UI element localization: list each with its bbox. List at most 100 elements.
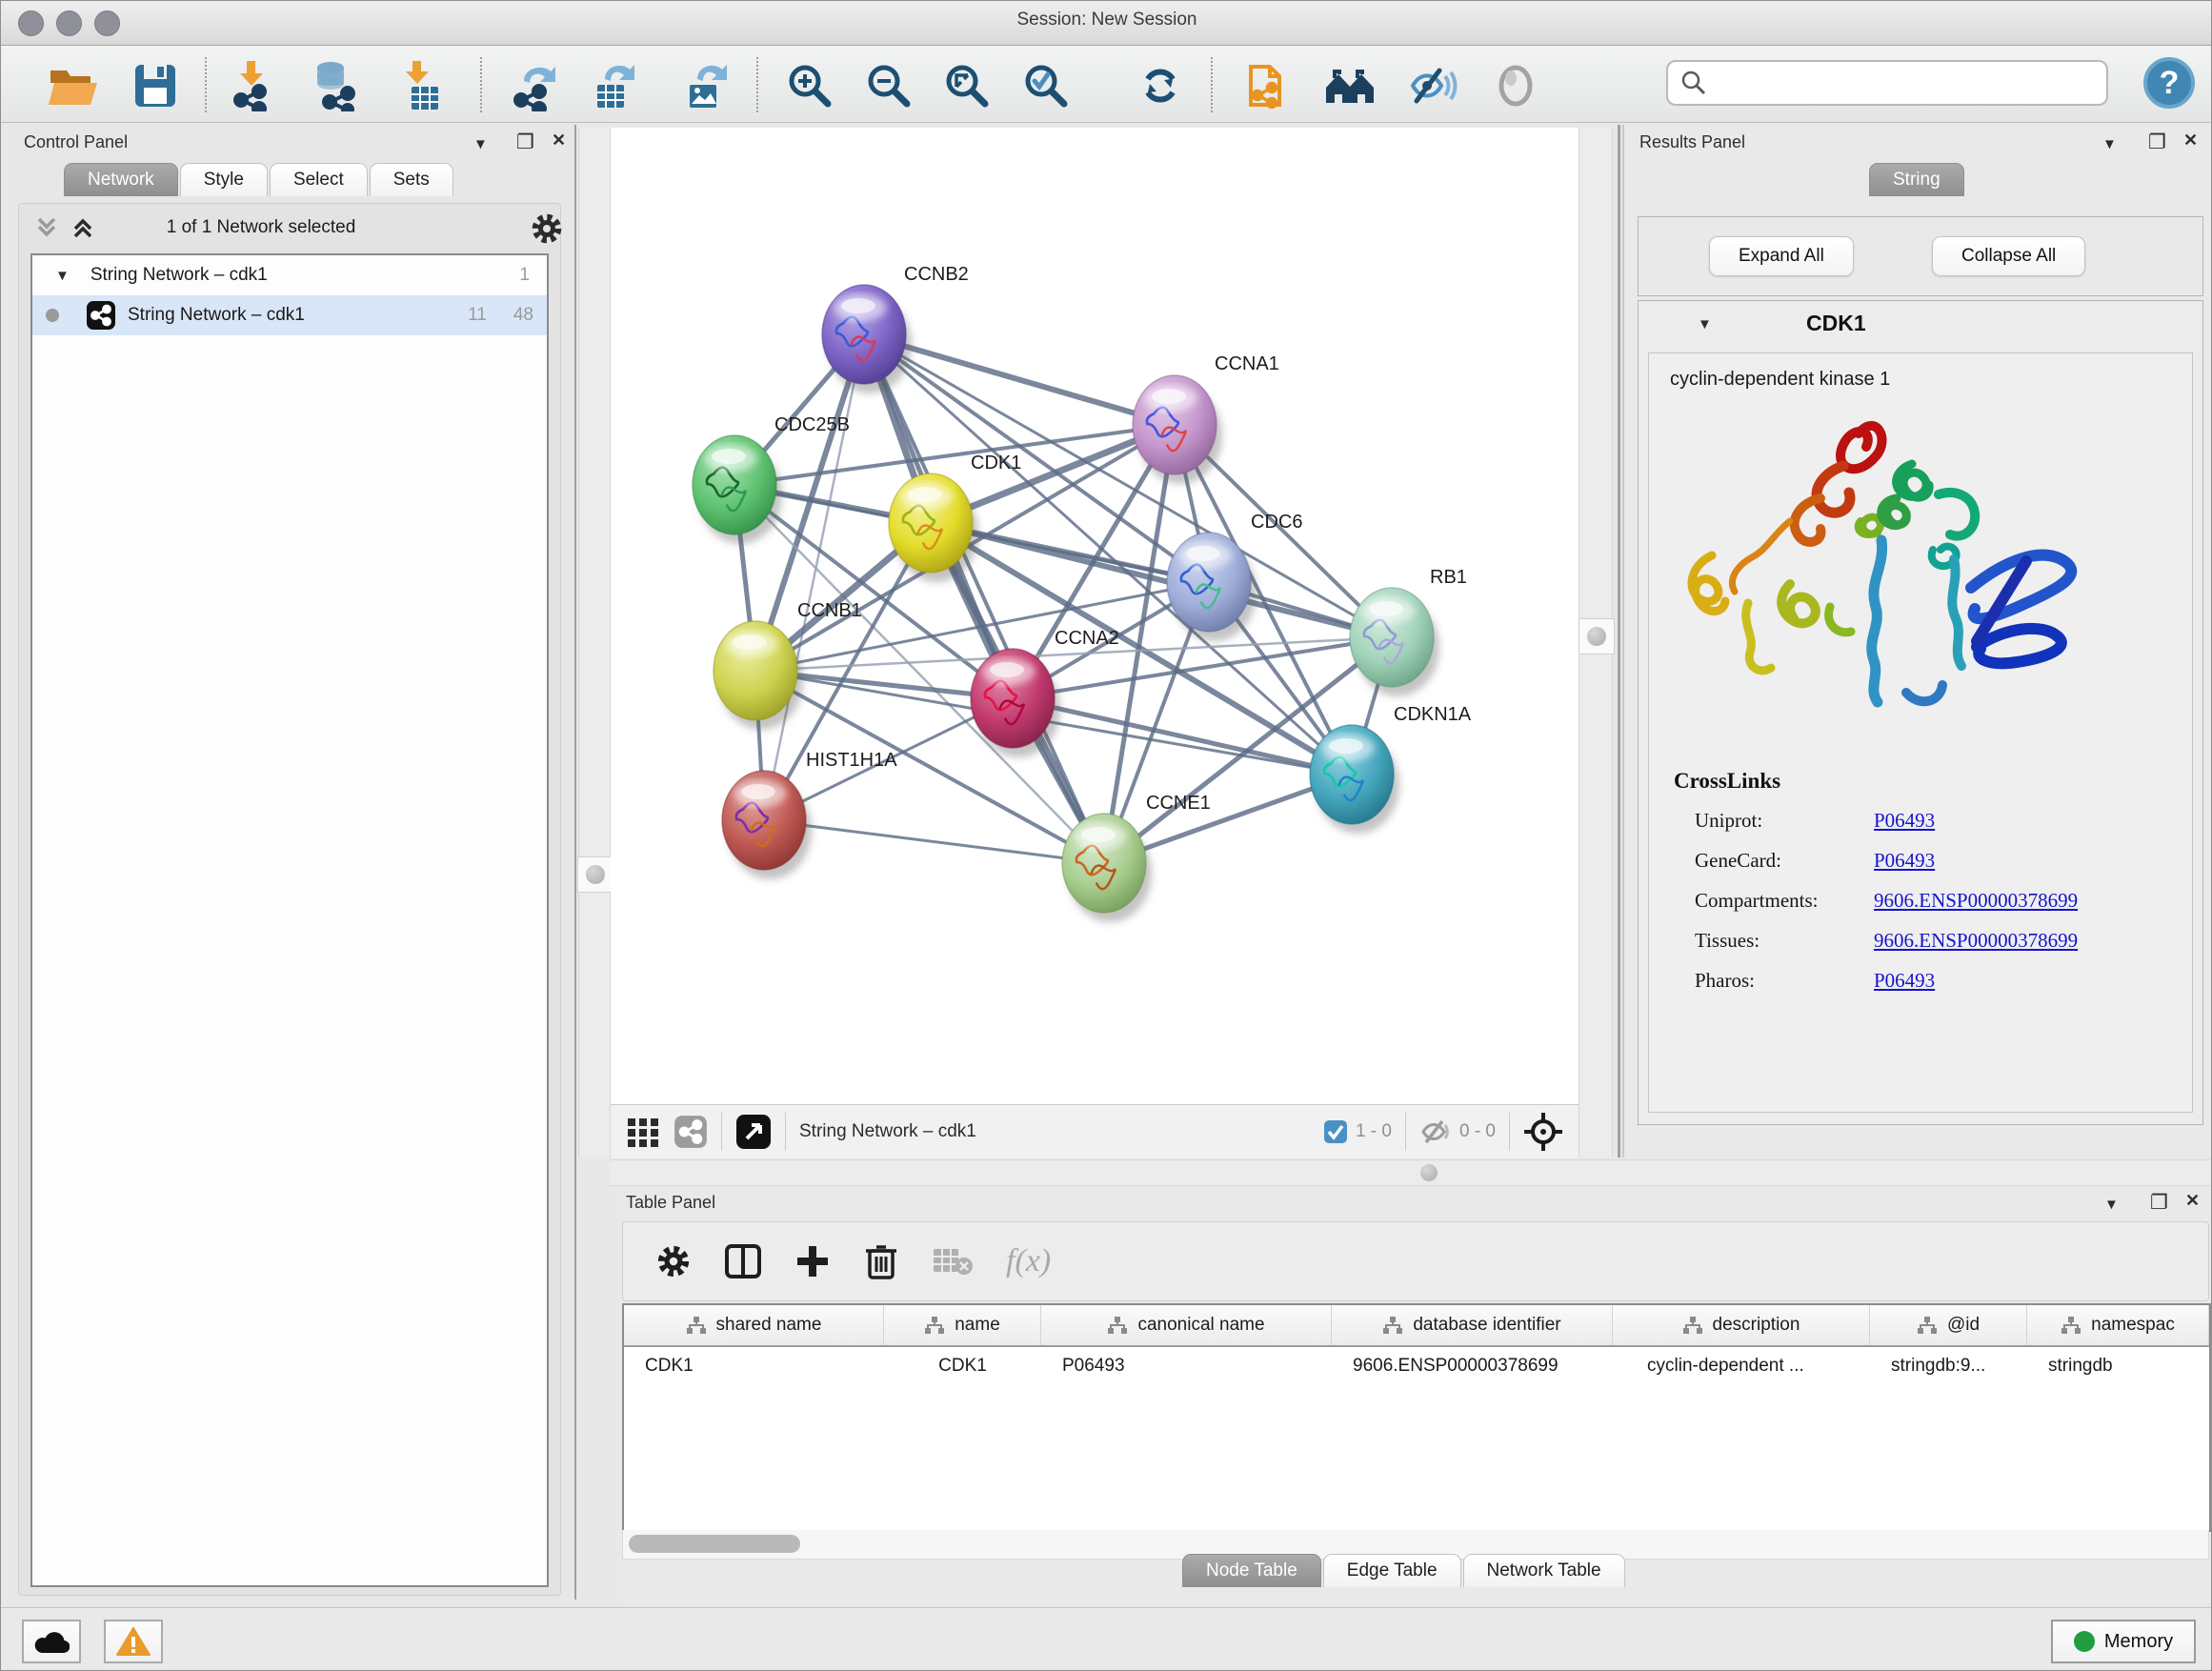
crosslink-link[interactable]: 9606.ENSP00000378699 [1874, 929, 2078, 953]
show-column-icon[interactable] [724, 1242, 762, 1280]
right-splitter-handle[interactable] [1579, 618, 1615, 654]
network-node-CDK1[interactable] [889, 473, 978, 582]
zoom-in-button[interactable] [783, 59, 836, 112]
import-network-file-button[interactable] [225, 59, 278, 112]
collection-label: String Network – cdk1 [90, 265, 268, 286]
network-canvas[interactable]: CCNB2CCNA1CDC25BCDK1CDC6RB1CCNB1CCNA2CDK… [611, 128, 1579, 1104]
hide-details-button[interactable] [1406, 59, 1459, 112]
right-splitter[interactable] [1579, 128, 1613, 1158]
scrollbar-thumb[interactable] [629, 1535, 800, 1553]
main-toolbar: ? [1, 46, 2212, 123]
open-session-button[interactable] [47, 59, 100, 112]
add-column-icon[interactable] [794, 1243, 831, 1279]
table-cell: stringdb [2027, 1356, 2209, 1377]
tab-network-table[interactable]: Network Table [1463, 1554, 1625, 1587]
results-panel-close-button[interactable]: ✕ [2183, 131, 2198, 151]
column-header-namespac[interactable]: namespac [2027, 1305, 2209, 1345]
delete-column-icon[interactable] [863, 1241, 899, 1281]
fit-selected-crosshair-icon[interactable] [1523, 1112, 1563, 1152]
network-node-CDC6[interactable] [1167, 533, 1257, 641]
table-panel-close-button[interactable]: ✕ [2185, 1191, 2200, 1211]
table-settings-gear-icon[interactable] [655, 1243, 692, 1279]
node-label-RB1: RB1 [1430, 567, 1467, 588]
column-header-canonical-name[interactable]: canonical name [1041, 1305, 1332, 1345]
bottom-splitter[interactable] [611, 1159, 2212, 1186]
results-panel-float-button[interactable]: ❐ [2148, 131, 2166, 154]
selected-count: 1 - 0 [1356, 1121, 1392, 1142]
search-input[interactable] [1708, 71, 2093, 94]
left-splitter[interactable] [578, 128, 611, 1158]
column-header-description[interactable]: description [1613, 1305, 1870, 1345]
crosslink-link[interactable]: P06493 [1874, 809, 1935, 833]
export-image-button[interactable] [679, 59, 733, 112]
tab-node-table[interactable]: Node Table [1182, 1554, 1321, 1587]
home-button[interactable] [1324, 59, 1377, 112]
selected-checkbox-icon[interactable] [1323, 1119, 1348, 1144]
left-splitter-handle[interactable] [577, 856, 613, 893]
column-header-database-identifier[interactable]: database identifier [1332, 1305, 1613, 1345]
tab-string[interactable]: String [1869, 163, 1964, 196]
network-row[interactable]: String Network – cdk1 11 48 [32, 295, 547, 335]
status-bar: Memory [1, 1607, 2212, 1671]
network-node-CDC25B[interactable] [693, 435, 782, 544]
network-node-CCNB2[interactable] [822, 285, 912, 393]
crosslink-label: Tissues: [1695, 929, 1874, 953]
table-panel-float-menu[interactable]: ▼ [2104, 1197, 2119, 1213]
network-node-CCNB1[interactable] [714, 621, 803, 730]
grid-view-icon[interactable] [626, 1115, 660, 1149]
crosslink-link[interactable]: P06493 [1874, 969, 1935, 993]
collection-expand-caret[interactable]: ▼ [55, 268, 70, 284]
entry-collapse-caret[interactable]: ▼ [1698, 316, 1712, 332]
tab-network[interactable]: Network [64, 163, 178, 196]
zoom-fit-button[interactable] [940, 59, 994, 112]
collapse-all-button[interactable]: Collapse All [1932, 236, 2085, 276]
network-edge-count: 48 [513, 305, 533, 326]
import-table-file-button[interactable] [393, 59, 447, 112]
share-file-button[interactable] [1241, 59, 1295, 112]
bottom-splitter-handle[interactable] [1420, 1164, 1438, 1181]
show-details-button[interactable] [1489, 59, 1542, 112]
cloud-button[interactable] [22, 1620, 81, 1663]
network-node-CCNE1[interactable] [1062, 814, 1152, 922]
network-tree: ▼ String Network – cdk1 1 String Network… [30, 253, 549, 1587]
table-cell: stringdb:9... [1870, 1356, 2027, 1377]
hidden-eye-icon[interactable] [1419, 1117, 1452, 1146]
table-panel-float-button[interactable]: ❐ [2150, 1191, 2168, 1215]
tab-style[interactable]: Style [180, 163, 268, 196]
network-collection-row[interactable]: ▼ String Network – cdk1 1 [32, 255, 547, 295]
column-header-shared-name[interactable]: shared name [624, 1305, 884, 1345]
birdseye-view-icon[interactable] [735, 1114, 772, 1150]
control-panel-close-button[interactable]: ✕ [552, 131, 566, 151]
export-table-button[interactable] [587, 59, 640, 112]
table-row[interactable]: CDK1CDK1P064939606.ENSP00000378699cyclin… [624, 1347, 2209, 1385]
import-network-database-button[interactable] [307, 59, 360, 112]
network-view-mode-icon[interactable] [674, 1115, 708, 1149]
save-session-button[interactable] [129, 59, 182, 112]
network-node-CCNA1[interactable] [1133, 375, 1222, 484]
help-button[interactable]: ? [2142, 56, 2196, 110]
tab-select[interactable]: Select [270, 163, 368, 196]
network-node-count: 11 [468, 305, 487, 326]
network-node-HIST1H1A[interactable] [722, 771, 812, 879]
tab-edge-table[interactable]: Edge Table [1323, 1554, 1461, 1587]
crosslink-link[interactable]: P06493 [1874, 849, 1935, 873]
crosslink-link[interactable]: 9606.ENSP00000378699 [1874, 889, 2078, 913]
results-panel-float-menu[interactable]: ▼ [2102, 136, 2117, 152]
crosslink-row: Pharos:P06493 [1695, 969, 2171, 993]
memory-button[interactable]: Memory [2051, 1620, 2196, 1663]
control-panel-float-button[interactable]: ❐ [516, 131, 534, 154]
warning-button[interactable] [104, 1620, 163, 1663]
network-options-gear-icon[interactable] [530, 211, 564, 246]
expand-all-button[interactable]: Expand All [1709, 236, 1854, 276]
network-node-RB1[interactable] [1350, 588, 1439, 696]
tab-sets[interactable]: Sets [370, 163, 453, 196]
zoom-out-button[interactable] [862, 59, 915, 112]
column-header-name[interactable]: name [884, 1305, 1041, 1345]
right-panel-divider-inner [1622, 125, 1624, 1158]
network-node-CDKN1A[interactable] [1310, 725, 1399, 834]
zoom-selected-button[interactable] [1019, 59, 1073, 112]
control-panel-float-menu[interactable]: ▼ [473, 136, 488, 152]
apply-layout-button[interactable] [1134, 59, 1187, 112]
column-header--id[interactable]: @id [1870, 1305, 2027, 1345]
export-network-button[interactable] [508, 59, 561, 112]
